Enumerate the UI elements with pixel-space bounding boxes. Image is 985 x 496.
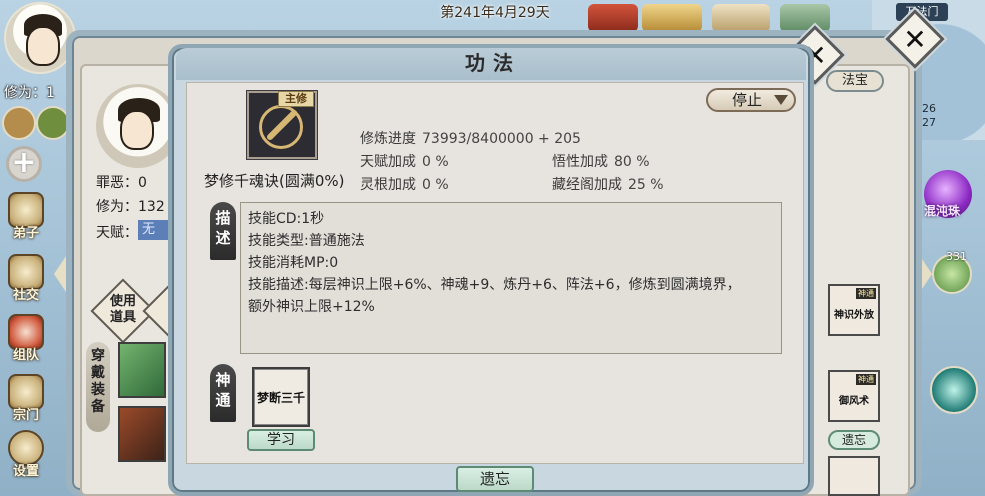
xiuwei-row: 修为：132 bbox=[96, 196, 165, 216]
description-line: 技能CD:1秒 bbox=[248, 211, 325, 227]
top-decoration-plant-icon[interactable] bbox=[780, 4, 830, 32]
bonus-value: 0 % bbox=[422, 177, 449, 193]
equip-slot-weapon[interactable] bbox=[118, 406, 166, 462]
bonus-row-root: 灵根加成 0 % bbox=[360, 174, 449, 194]
top-decoration-scroll-icon[interactable] bbox=[712, 4, 770, 32]
skill-name: 梦修千魂诀(圆满0%) bbox=[204, 172, 345, 190]
bonus-label: 藏经阁加成 bbox=[552, 177, 622, 193]
bonus-label: 悟性加成 bbox=[552, 154, 608, 170]
shentong-skill-slot[interactable]: 梦断三千 bbox=[252, 367, 310, 427]
sidebar-item-label: 组队 bbox=[12, 348, 39, 363]
bonus-value: 80 % bbox=[614, 154, 650, 170]
minimap-value: 26 bbox=[922, 102, 936, 115]
herb-icon[interactable] bbox=[36, 106, 70, 140]
equip-slot-armor[interactable] bbox=[118, 342, 166, 398]
plus-button[interactable]: + bbox=[6, 146, 42, 182]
stop-button-label: 停止 bbox=[732, 91, 763, 109]
sin-row: 罪恶：0 bbox=[96, 172, 147, 192]
bonus-row-talent: 天赋加成 0 % bbox=[360, 151, 449, 171]
bonus-label: 灵根加成 bbox=[360, 177, 416, 193]
game-date: 第241年4月29天 bbox=[440, 5, 550, 21]
skill-card-tag: 神通 bbox=[856, 288, 876, 299]
shentong-section-label: 神通 bbox=[210, 364, 236, 422]
sin-value: 0 bbox=[138, 175, 147, 191]
tab-fabao[interactable]: 法宝 bbox=[826, 70, 884, 92]
sidebar-item-label: 社交 bbox=[12, 288, 39, 303]
skill-card-shenshi[interactable]: 神通 神识外放 bbox=[828, 284, 880, 336]
bonus-value: 0 % bbox=[422, 154, 449, 170]
skill-card-name: 御风术 bbox=[839, 396, 869, 407]
orb-label: 混沌珠 bbox=[924, 204, 961, 218]
sidebar-item-label: 设置 bbox=[12, 464, 39, 479]
shentong-skill-name: 梦断三千 bbox=[256, 391, 305, 405]
use-item-label: 使用道具 bbox=[109, 294, 136, 325]
description-line: 额外神识上限+12% bbox=[248, 299, 375, 315]
sidebar-item-label: 弟子 bbox=[12, 226, 39, 241]
sidebar-item-team[interactable]: 组队 bbox=[2, 314, 50, 370]
chevron-down-icon bbox=[774, 95, 788, 105]
talent-row-label: 天赋： bbox=[96, 225, 138, 241]
progress-row: 修炼进度 73993/8400000 + 205 bbox=[360, 128, 581, 148]
talent-badge[interactable]: 无 bbox=[138, 220, 168, 240]
bonus-row-comprehension: 悟性加成 80 % bbox=[552, 151, 650, 171]
right-forget-button[interactable]: 遗忘 bbox=[828, 430, 880, 450]
left-arrow-icon[interactable] bbox=[54, 256, 66, 292]
sidebar-item-label: 宗门 bbox=[12, 408, 39, 423]
avatar-face bbox=[26, 26, 60, 66]
xiuwei-stat-label: 修为： bbox=[96, 199, 138, 215]
orb-count: 331 bbox=[946, 250, 967, 263]
description-line: 技能消耗MP:0 bbox=[248, 255, 339, 271]
top-decoration-gold-icon[interactable] bbox=[642, 4, 702, 32]
bonus-label: 天赋加成 bbox=[360, 154, 416, 170]
minimap-value: 27 bbox=[922, 116, 936, 129]
skill-card-tag: 神通 bbox=[856, 374, 876, 385]
learn-button[interactable]: 学习 bbox=[247, 429, 315, 451]
gourd-icon[interactable] bbox=[2, 106, 36, 140]
portrait-face bbox=[120, 110, 154, 150]
forget-button[interactable]: 遗忘 bbox=[456, 466, 534, 492]
equip-label: 穿戴装备 bbox=[86, 342, 110, 432]
skill-card-partial[interactable] bbox=[828, 456, 880, 496]
sidebar-item-settings[interactable]: 设置 bbox=[2, 430, 50, 486]
bonus-row-library: 藏经阁加成 25 % bbox=[552, 174, 664, 194]
description-section-label: 描述 bbox=[210, 202, 236, 260]
progress-value: 73993/8400000 + 205 bbox=[422, 131, 581, 147]
progress-label: 修炼进度 bbox=[360, 131, 416, 147]
close-icon: ✕ bbox=[903, 23, 927, 56]
sidebar-item-disciple[interactable]: 弟子 bbox=[2, 192, 50, 248]
bonus-value: 25 % bbox=[628, 177, 664, 193]
main-cultivation-tag: 主修 bbox=[278, 91, 314, 107]
description-line: 技能类型:普通施法 bbox=[248, 233, 365, 249]
sidebar-item-sect[interactable]: 宗门 bbox=[2, 374, 50, 430]
dialog-title: 功法 bbox=[465, 51, 521, 75]
description-line: 技能描述:每层神识上限+6%、神魂+9、炼丹+6、阵法+6，修炼到圆满境界， bbox=[248, 277, 741, 293]
xiuwei-label: 修为：1 bbox=[4, 85, 55, 101]
xiuwei-stat-value: 132 bbox=[138, 199, 165, 215]
sidebar-item-social[interactable]: 社交 bbox=[2, 254, 50, 310]
skill-card-name: 神识外放 bbox=[834, 310, 874, 321]
top-decoration-red-icon[interactable] bbox=[588, 4, 638, 32]
teal-skill-icon[interactable] bbox=[930, 366, 978, 414]
skill-card-yufeng[interactable]: 神通 御风术 bbox=[828, 370, 880, 422]
sin-label: 罪恶： bbox=[96, 175, 138, 191]
stop-button[interactable]: 停止 bbox=[706, 88, 796, 112]
